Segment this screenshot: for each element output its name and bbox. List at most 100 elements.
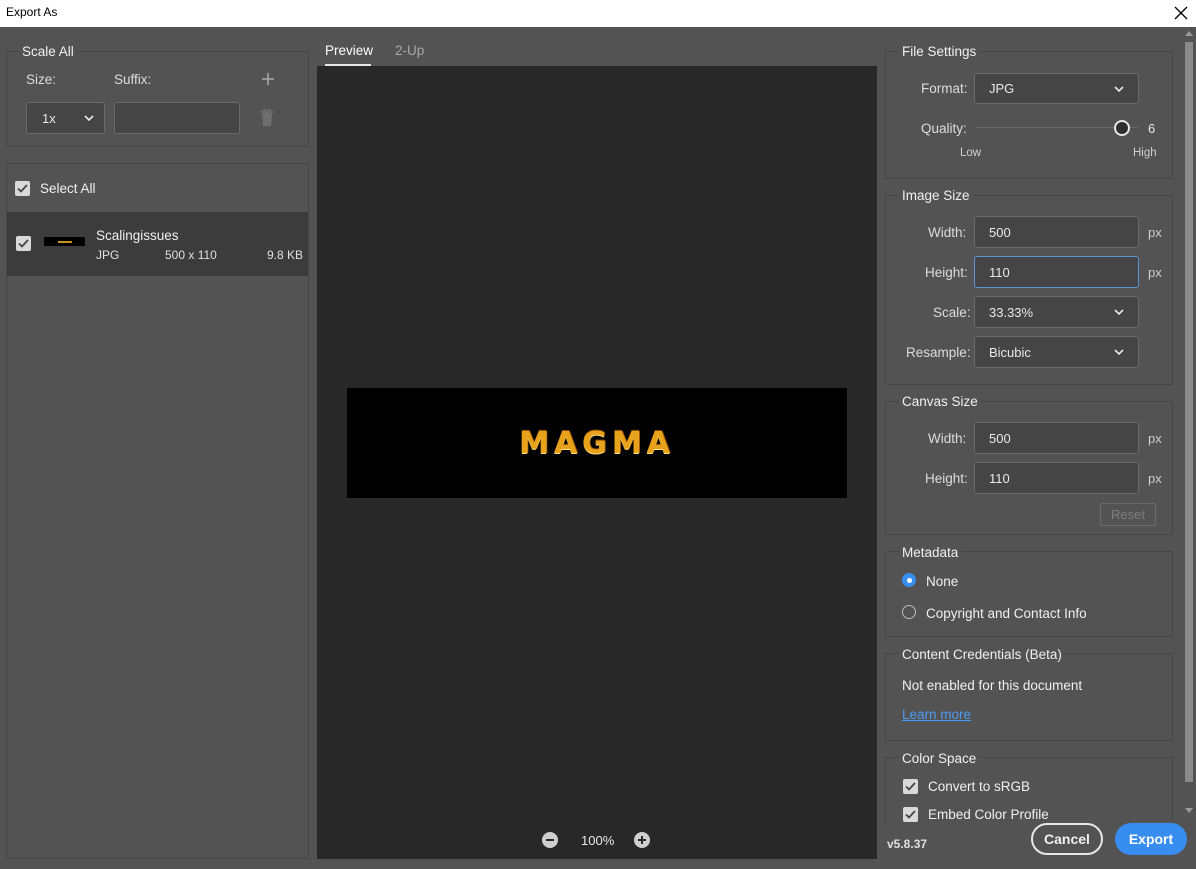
chevron-down-icon [1114, 85, 1124, 92]
image-width-unit: px [1148, 225, 1162, 240]
size-value: 1x [42, 110, 56, 126]
chevron-down-icon [1114, 349, 1124, 356]
canvas-width-label: Width: [928, 431, 967, 446]
preview-image: MAGMA [347, 388, 847, 498]
tab-preview[interactable]: Preview [325, 43, 373, 58]
image-width-label: Width: [928, 225, 967, 240]
chevron-down-icon [84, 115, 94, 122]
metadata-copyright-radio[interactable] [902, 605, 916, 619]
resample-select[interactable]: Bicubic [974, 336, 1139, 368]
image-height-unit: px [1148, 265, 1162, 280]
content-credentials-panel [885, 653, 1173, 741]
metadata-panel [885, 551, 1173, 637]
plus-circle-icon [634, 832, 650, 848]
chevron-down-icon [1114, 309, 1124, 316]
add-scale-button[interactable] [259, 70, 277, 88]
scale-value: 33.33% [989, 304, 1034, 320]
canvas-width-input[interactable]: 500 [974, 422, 1139, 454]
plus-icon [262, 73, 274, 85]
scrollbar-thumb[interactable] [1185, 42, 1193, 782]
trash-icon [260, 109, 274, 126]
size-select[interactable]: 1x [26, 102, 105, 134]
convert-srgb-label: Convert to sRGB [928, 779, 1031, 794]
export-label: Export [1128, 831, 1174, 847]
suffix-label: Suffix: [114, 72, 152, 87]
asset-dimensions: 500 x 110 [165, 248, 217, 262]
image-size-legend: Image Size [899, 188, 973, 203]
close-window-button[interactable] [1168, 1, 1194, 25]
canvas-width-unit: px [1148, 431, 1162, 446]
image-height-label: Height: [925, 265, 968, 280]
image-width-input[interactable]: 500 [974, 216, 1139, 248]
quality-high-label: High [1133, 147, 1157, 159]
image-height-value: 110 [989, 264, 1010, 280]
cancel-button[interactable]: Cancel [1031, 823, 1103, 855]
preview-image-text: MAGMA [519, 425, 675, 461]
metadata-legend: Metadata [899, 545, 962, 560]
resample-label: Resample: [906, 345, 971, 360]
cancel-label: Cancel [1044, 831, 1090, 847]
delete-scale-button[interactable] [259, 109, 275, 127]
asset-filesize: 9.8 KB [267, 248, 304, 262]
format-value: JPG [989, 81, 1015, 96]
checkmark-icon [18, 239, 29, 248]
asset-thumbnail [44, 237, 85, 246]
suffix-input[interactable] [114, 102, 240, 134]
asset-format: JPG [96, 248, 120, 262]
version-label: v5.8.37 [887, 837, 928, 851]
content-credentials-legend: Content Credentials (Beta) [899, 647, 1065, 662]
tab-2up[interactable]: 2-Up [395, 43, 424, 58]
learn-more-link[interactable]: Learn more [902, 707, 971, 722]
close-icon [1174, 6, 1188, 20]
image-width-value: 500 [989, 224, 1011, 240]
checkmark-icon [905, 810, 916, 819]
checkmark-icon [905, 782, 916, 791]
convert-srgb-checkbox[interactable] [903, 779, 918, 794]
format-select[interactable]: JPG [974, 73, 1139, 104]
metadata-copyright-label[interactable]: Copyright and Contact Info [926, 606, 1087, 621]
scale-label: Scale: [933, 305, 971, 320]
window-title: Export As [6, 5, 58, 19]
export-button[interactable]: Export [1115, 823, 1187, 855]
canvas-height-input[interactable]: 110 [974, 462, 1139, 494]
metadata-none-radio[interactable] [902, 573, 916, 587]
canvas-width-value: 500 [989, 430, 1011, 446]
quality-low-label: Low [960, 147, 982, 159]
quality-label: Quality: [921, 121, 967, 136]
format-label: Format: [921, 81, 968, 96]
checkmark-icon [17, 184, 28, 193]
settings-scrollbar[interactable] [1182, 28, 1196, 826]
reset-label: Reset [1111, 507, 1145, 522]
canvas-height-label: Height: [925, 471, 968, 486]
size-label: Size: [26, 72, 57, 87]
metadata-none-label[interactable]: None [926, 574, 958, 589]
file-settings-panel [885, 51, 1173, 179]
scroll-down-arrow-icon[interactable] [1185, 808, 1193, 814]
asset-name: Scalingissues [96, 228, 179, 243]
zoom-out-button[interactable] [541, 831, 559, 849]
scale-select[interactable]: 33.33% [974, 296, 1139, 328]
file-settings-legend: File Settings [899, 44, 980, 59]
scale-all-legend: Scale All [19, 44, 77, 59]
content-credentials-status: Not enabled for this document [902, 678, 1083, 693]
quality-slider-thumb[interactable] [1114, 120, 1130, 136]
scroll-up-arrow-icon[interactable] [1185, 30, 1193, 36]
image-height-input[interactable]: 110 [974, 256, 1139, 288]
quality-slider[interactable] [976, 120, 1138, 136]
zoom-level: 100% [581, 833, 615, 848]
preview-canvas: MAGMA 100% [317, 66, 877, 859]
thumbnail-glyph [57, 240, 72, 243]
asset-row[interactable]: Scalingissues JPG 500 x 110 9.8 KB [7, 212, 308, 276]
embed-profile-label: Embed Color Profile [928, 807, 1049, 822]
asset-checkbox[interactable] [16, 236, 31, 251]
minus-circle-icon [542, 832, 558, 848]
canvas-height-unit: px [1148, 471, 1162, 486]
reset-button[interactable]: Reset [1100, 503, 1156, 526]
canvas-size-legend: Canvas Size [899, 394, 981, 409]
title-bar: Export As [0, 0, 1196, 27]
quality-value: 6 [1148, 121, 1156, 136]
select-all-checkbox[interactable] [15, 181, 30, 196]
resample-value: Bicubic [989, 344, 1031, 360]
zoom-in-button[interactable] [633, 831, 651, 849]
embed-profile-checkbox[interactable] [903, 807, 918, 822]
